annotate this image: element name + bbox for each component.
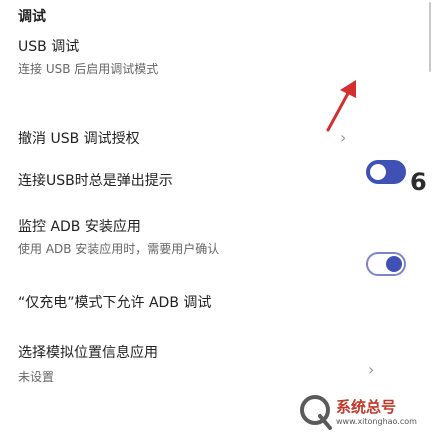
charge-only-adb-title: “仅充电”模式下允许 ADB 调试	[18, 295, 212, 311]
overlay-number: 6	[410, 168, 427, 196]
usb-debugging-subtitle: 连接 USB 后启用调试模式	[18, 62, 159, 76]
toggle-knob	[386, 256, 402, 272]
adb-monitor-toggle[interactable]	[366, 252, 406, 276]
scrollbar[interactable]	[429, 2, 431, 72]
usb-prompt-toggle[interactable]	[366, 160, 406, 184]
adb-monitor-title: 监控 ADB 安装应用	[18, 219, 141, 235]
watermark-logo: 系统总号 www.xitonghao.com	[298, 390, 428, 440]
adb-monitor-subtitle: 使用 ADB 安装应用时，需要用户确认	[18, 242, 220, 256]
charge-only-adb-item[interactable]: “仅充电”模式下允许 ADB 调试	[18, 292, 211, 312]
usb-debugging-title: USB 调试	[18, 39, 80, 55]
mock-location-title: 选择模拟位置信息应用	[18, 345, 158, 361]
toggle-knob	[370, 164, 386, 180]
adb-monitor-item[interactable]: 监控 ADB 安装应用 使用 ADB 安装应用时，需要用户确认	[18, 216, 219, 257]
usb-prompt-item[interactable]: 连接USB时总是弹出提示	[18, 170, 173, 190]
watermark-url: www.xitonghao.com	[336, 417, 417, 426]
watermark-name: 系统总号	[336, 398, 397, 416]
usb-prompt-title: 连接USB时总是弹出提示	[18, 173, 173, 189]
mock-location-subtitle: 未设置	[18, 370, 55, 384]
revoke-usb-auth-title: 撤消 USB 调试授权	[18, 131, 140, 147]
section-header: 调试	[18, 9, 46, 25]
mock-location-item[interactable]: 选择模拟位置信息应用 未设置	[18, 342, 158, 385]
chevron-right-icon: ›	[368, 360, 375, 379]
chevron-right-icon: ›	[340, 128, 347, 147]
usb-debugging-item[interactable]: USB 调试 连接 USB 后启用调试模式	[18, 36, 158, 77]
watermark-q-icon	[300, 395, 332, 430]
revoke-usb-auth-item[interactable]: 撤消 USB 调试授权	[18, 128, 140, 148]
